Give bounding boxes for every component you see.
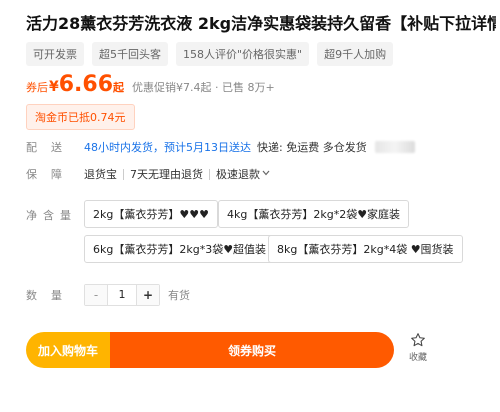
action-buttons: 加入购物车 领券购买: [26, 332, 394, 368]
tag-repeat-customers: 超5千回头客: [92, 42, 168, 66]
guarantee-7day: 7天无理由退货: [130, 168, 203, 181]
delivery-time: 48小时内发货，预计5月13日送达: [84, 141, 251, 154]
delivery-shipping: 快递: 免运费 多仓发货: [257, 141, 367, 154]
divider: [209, 168, 210, 180]
quantity-increase-button[interactable]: +: [137, 285, 159, 305]
price-value: 6.66: [58, 72, 114, 97]
price-row: 券后 ¥ 6.66 起 优惠促销¥7.4起 · 已售 8万+: [26, 72, 275, 97]
spec-label: 净含量: [26, 209, 77, 222]
buy-with-coupon-button[interactable]: 领券购买: [110, 332, 394, 368]
tag-reviews[interactable]: 158人评价"价格很实惠": [176, 42, 310, 66]
guarantee-row[interactable]: 保障 退货宝 7天无理由退货 极速退款: [26, 166, 270, 182]
spec-option-2kg[interactable]: 2kg【薰衣芬芳】♥♥♥: [84, 200, 218, 228]
coin-discount-badge: 淘金币已抵0.74元: [26, 104, 135, 130]
quantity-stepper[interactable]: - 1 +: [84, 284, 160, 306]
quantity-decrease-button[interactable]: -: [85, 285, 107, 305]
guarantee-label: 保障: [26, 168, 76, 181]
star-icon: [402, 332, 434, 348]
price-currency: ¥: [49, 79, 59, 95]
chevron-down-icon[interactable]: [262, 169, 270, 179]
delivery-row: 配送 48小时内发货，预计5月13日送达 快递: 免运费 多仓发货: [26, 139, 415, 155]
add-to-cart-button[interactable]: 加入购物车: [26, 332, 110, 368]
quantity-row: 数量 - 1 + 有货: [26, 284, 190, 306]
price-suffix: 起: [113, 81, 125, 94]
guarantee-fast-refund: 极速退款: [216, 168, 260, 181]
guarantee-return: 退货宝: [84, 168, 117, 181]
tag-invoice: 可开发票: [26, 42, 84, 66]
product-tags: 可开发票 超5千回头客 158人评价"价格很实惠" 超9千人加购: [26, 42, 394, 66]
quantity-input[interactable]: 1: [107, 285, 137, 305]
divider: [123, 168, 124, 180]
price-prefix: 券后: [26, 81, 48, 94]
delivery-label: 配送: [26, 141, 76, 154]
spec-label-row: 净含量: [26, 207, 84, 223]
price-note: 优惠促销¥7.4起 · 已售 8万+: [132, 81, 275, 94]
spec-option-6kg[interactable]: 6kg【薰衣芬芳】2kg*3袋♥超值装: [84, 235, 276, 263]
stock-status: 有货: [168, 289, 190, 302]
blurred-location: [374, 141, 415, 153]
product-title: 活力28薰衣芬芳洗衣液 2kg洁净实惠袋装持久留香【补贴下拉详情】: [26, 14, 496, 33]
spec-option-4kg[interactable]: 4kg【薰衣芬芳】2kg*2袋♥家庭装: [218, 200, 410, 228]
spec-option-8kg[interactable]: 8kg【薰衣芬芳】2kg*4袋 ♥囤货装: [268, 235, 463, 263]
favorite-label: 收藏: [408, 353, 427, 363]
quantity-label: 数量: [26, 289, 76, 302]
tag-cart-adds: 超9千人加购: [317, 42, 394, 66]
favorite-button[interactable]: 收藏: [402, 332, 434, 363]
